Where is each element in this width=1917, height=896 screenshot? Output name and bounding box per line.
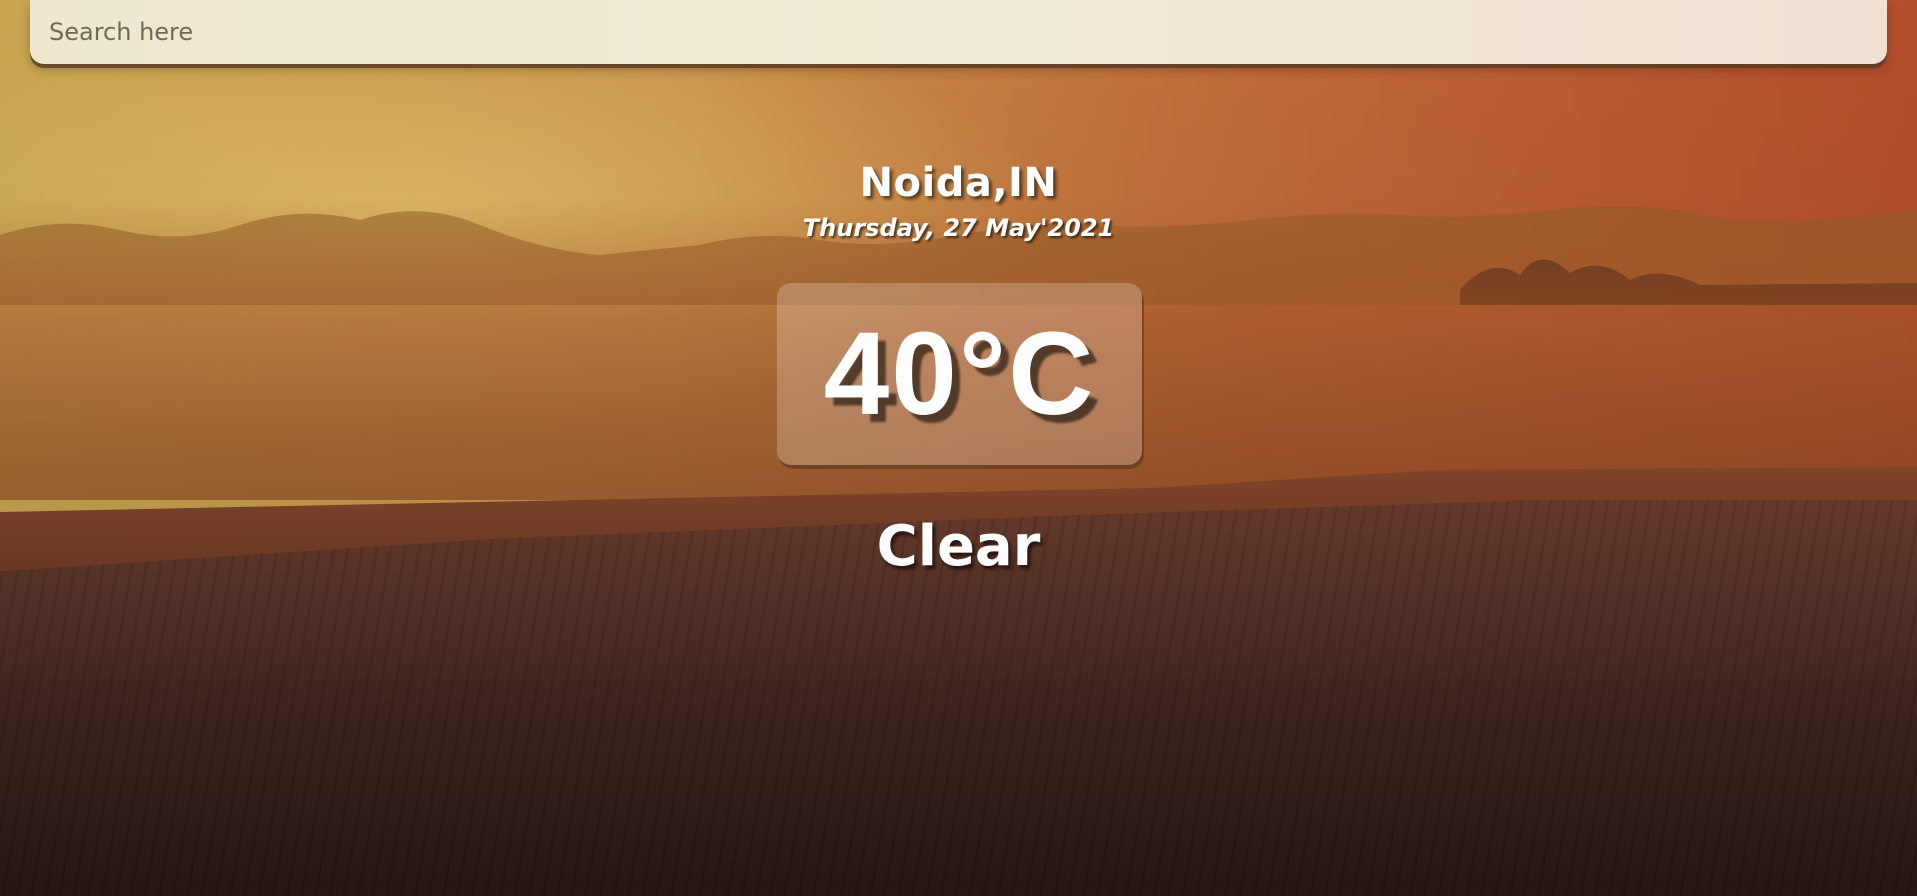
temperature-card: 40°C xyxy=(777,283,1142,465)
location-name: Noida,IN xyxy=(859,160,1058,206)
temperature-value: 40°C xyxy=(823,308,1096,440)
weather-condition: Clear xyxy=(876,514,1041,579)
current-date: Thursday, 27 May'2021 xyxy=(802,214,1115,242)
search-input[interactable] xyxy=(30,0,1887,64)
search-bar xyxy=(30,0,1887,64)
